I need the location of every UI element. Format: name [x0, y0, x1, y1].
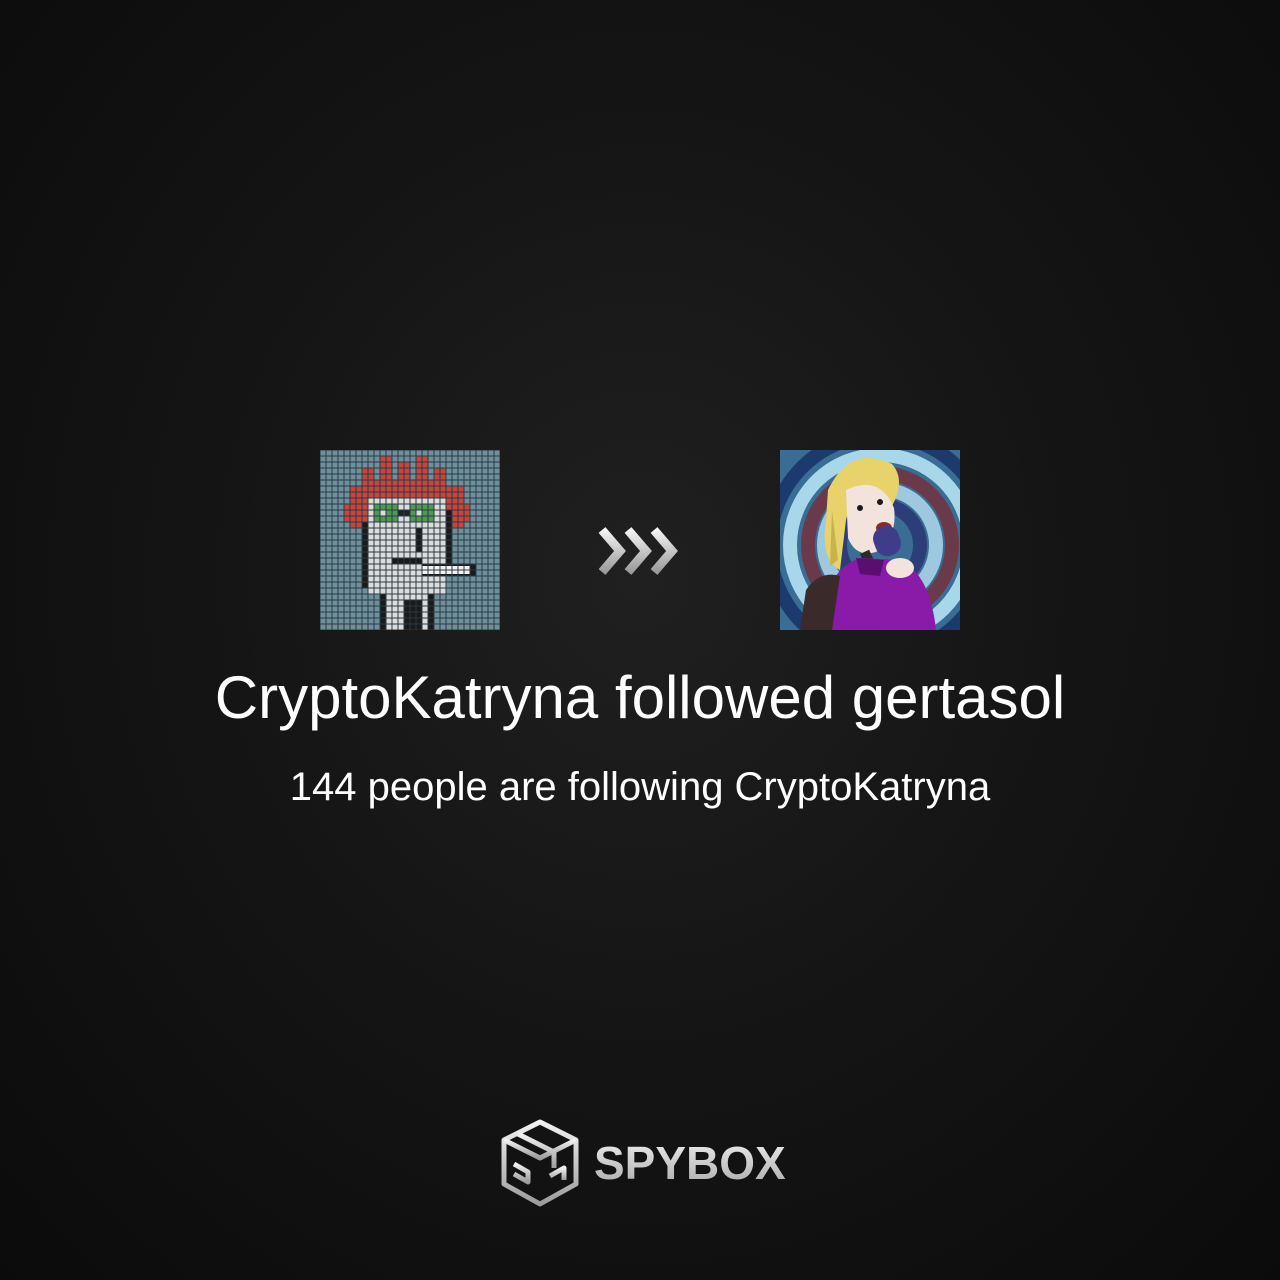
spybox-cube-logo-icon [501, 1119, 579, 1207]
spybox-brand: SPYBOX [498, 1118, 788, 1208]
follower-avatar[interactable] [320, 450, 500, 630]
follower-count-text: 144 people are following CryptoKatryna [289, 765, 991, 809]
followee-name[interactable]: gertasol [852, 664, 1065, 731]
follow-event-headline: CryptoKatryna followed gertasol [0, 662, 1280, 734]
triple-chevron-right-icon [598, 527, 678, 575]
action-word: followed [614, 664, 836, 731]
brand-name: SPYBOX [594, 1137, 786, 1189]
followee-avatar[interactable] [780, 450, 960, 630]
follower-name[interactable]: CryptoKatryna [215, 664, 599, 731]
cartoon-singer-avatar-image [780, 450, 960, 630]
pixel-punk-avatar-image [320, 450, 500, 630]
